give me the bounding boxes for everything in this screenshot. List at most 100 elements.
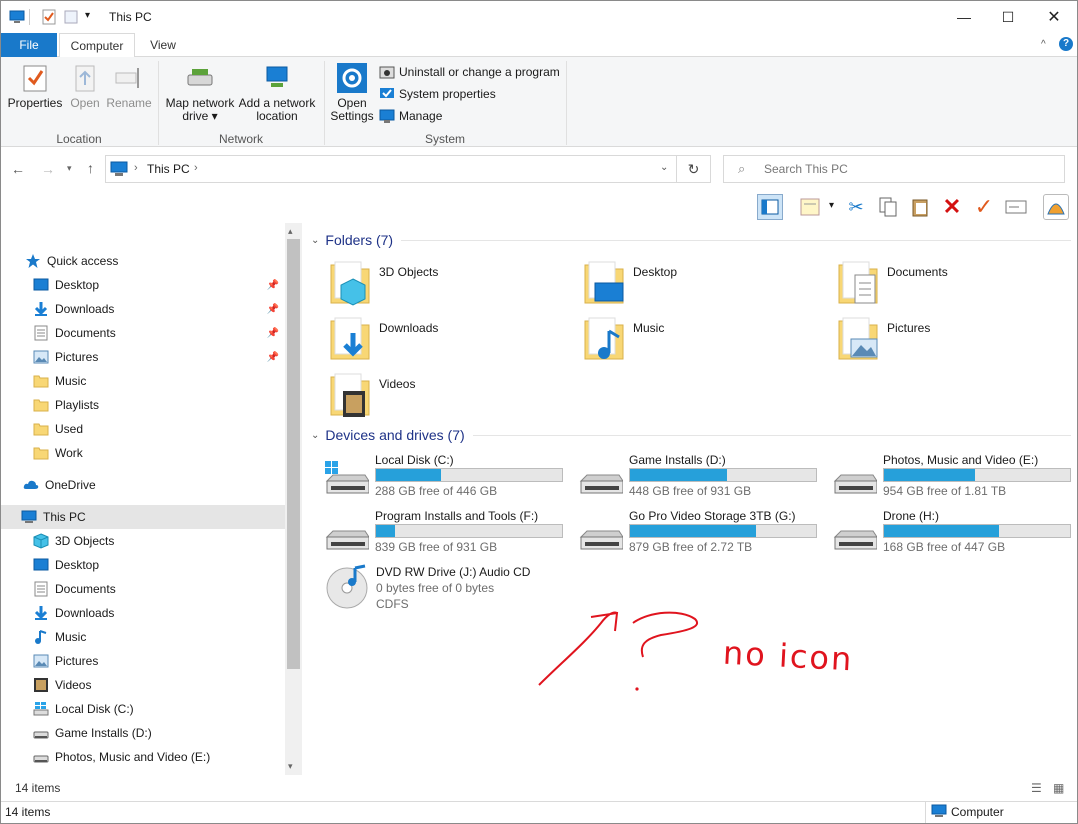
layout-icon[interactable] — [797, 194, 823, 220]
folder-item[interactable]: Pictures — [837, 315, 1078, 367]
cube-icon — [33, 533, 49, 549]
drive-item[interactable]: Local Disk (C:) 288 GB free of 446 GB — [325, 453, 575, 505]
properties-button[interactable]: Properties — [7, 63, 63, 110]
folder-item[interactable]: Documents — [837, 259, 1078, 311]
large-icons-view-icon[interactable]: ▦ — [1053, 781, 1064, 795]
forward-button[interactable]: → — [41, 161, 55, 177]
paste-icon[interactable] — [907, 194, 933, 220]
sidebar-item[interactable]: Downloads 📌 — [1, 297, 285, 321]
drive-item[interactable]: Program Installs and Tools (F:) 839 GB fr… — [325, 509, 575, 561]
sidebar-item[interactable]: Work — [1, 441, 285, 465]
sidebar-item[interactable]: Desktop 📌 — [1, 273, 285, 297]
sidebar-item[interactable]: Music — [1, 369, 285, 393]
sidebar-item[interactable]: Downloads — [1, 601, 285, 625]
qat-dropdown-icon[interactable]: ▾ — [85, 10, 90, 21]
sidebar-item[interactable]: Videos — [1, 673, 285, 697]
windows-drive-icon — [325, 459, 370, 502]
new-folder-icon[interactable] — [63, 9, 79, 25]
sidebar-item[interactable]: Game Installs (D:) — [1, 721, 285, 745]
downloads-icon — [33, 301, 49, 317]
properties-check-icon[interactable] — [41, 9, 57, 25]
rename-button[interactable]: Rename — [105, 63, 153, 110]
sidebar-item[interactable]: 3D Objects — [1, 529, 285, 553]
windows-drive-icon — [33, 701, 49, 717]
star-icon — [25, 253, 41, 269]
folders-section-header[interactable]: ⌄ Folders (7) — [311, 232, 1071, 248]
properties-check-icon[interactable]: ✓ — [971, 194, 997, 220]
drive-item[interactable]: Game Installs (D:) 448 GB free of 931 GB — [579, 453, 829, 505]
sidebar-item[interactable]: Music — [1, 625, 285, 649]
close-button[interactable]: ✕ — [1031, 1, 1077, 33]
open-button[interactable]: Open — [65, 63, 105, 110]
folder-item[interactable]: Desktop — [583, 259, 833, 311]
layout-dropdown-icon[interactable]: ▾ — [829, 200, 834, 211]
maximize-button[interactable]: ☐ — [985, 1, 1031, 33]
annotation-text: no icon — [722, 633, 855, 679]
cut-icon[interactable]: ✂ — [843, 194, 869, 220]
back-button[interactable]: ← — [11, 161, 25, 177]
drive-icon — [833, 515, 878, 558]
up-button[interactable]: ↑ — [87, 160, 94, 176]
uninstall-program-button[interactable]: Uninstall or change a program — [379, 64, 560, 80]
open-settings-button[interactable]: Open Settings — [329, 63, 375, 123]
sidebar-item[interactable]: Used — [1, 417, 285, 441]
status-bar — [1, 801, 1077, 823]
scrollbar-thumb[interactable] — [287, 239, 300, 669]
sidebar-item[interactable]: Quick access — [1, 249, 285, 273]
sidebar-item-label: OneDrive — [45, 478, 96, 492]
map-network-drive-label-2: drive ▾ — [182, 109, 218, 123]
tab-computer[interactable]: Computer — [59, 33, 135, 58]
details-view-icon[interactable]: ☰ — [1031, 781, 1042, 795]
breadcrumb-separator-icon[interactable]: › — [134, 162, 138, 174]
drives-section-header[interactable]: ⌄ Devices and drives (7) — [311, 427, 1071, 443]
downloads-icon — [33, 605, 49, 621]
help-icon[interactable]: ? — [1059, 37, 1073, 51]
sidebar-item[interactable]: Local Disk (C:) — [1, 697, 285, 721]
sidebar-item[interactable]: Playlists — [1, 393, 285, 417]
folder-item[interactable]: 3D Objects — [329, 259, 579, 311]
refresh-button[interactable]: ↻ — [677, 155, 711, 183]
sidebar-item[interactable]: OneDrive — [1, 473, 285, 497]
ribbon-collapse-icon[interactable]: ^ — [1041, 39, 1046, 50]
tab-file[interactable]: File — [1, 33, 57, 57]
sidebar-item[interactable]: Program Installs and Tools (F:) — [1, 769, 285, 775]
rename-field-icon[interactable] — [1003, 194, 1029, 220]
sidebar-item[interactable]: This PC — [1, 505, 285, 529]
address-dropdown-icon[interactable]: ⌄ — [660, 162, 668, 173]
sidebar-item-label: Downloads — [55, 606, 115, 620]
folder-item[interactable]: Videos — [329, 371, 579, 423]
folder-item[interactable]: Music — [583, 315, 833, 367]
chevron-down-icon: ⌄ — [311, 234, 320, 246]
copy-icon[interactable] — [875, 194, 901, 220]
sidebar-item[interactable]: Documents — [1, 577, 285, 601]
sidebar-item[interactable]: Photos, Music and Video (E:) — [1, 745, 285, 769]
breadcrumb-this-pc[interactable]: This PC — [147, 162, 190, 176]
navigation-pane-toggle-icon[interactable] — [757, 194, 783, 220]
open-label: Open — [70, 96, 100, 110]
sidebar-item[interactable]: Pictures 📌 — [1, 345, 285, 369]
folder-name: Music — [633, 321, 665, 335]
folder-item[interactable]: Downloads — [329, 315, 579, 367]
sidebar-item[interactable]: Pictures — [1, 649, 285, 673]
videos-icon — [329, 371, 370, 419]
shell-icon[interactable] — [1043, 194, 1069, 220]
sidebar-item[interactable]: Desktop — [1, 553, 285, 577]
manage-button[interactable]: Manage — [379, 108, 442, 124]
recent-locations-icon[interactable]: ▾ — [67, 163, 72, 174]
search-box[interactable]: ⌕ Search This PC — [723, 155, 1065, 183]
minimize-button[interactable]: — — [941, 1, 987, 33]
address-bar[interactable]: › This PC › ⌄ — [105, 155, 677, 183]
drive-item[interactable]: Drone (H:) 168 GB free of 447 GB — [833, 509, 1078, 561]
breadcrumb-separator-icon[interactable]: › — [194, 162, 198, 174]
map-network-drive-button[interactable]: Map network drive ▾ — [163, 63, 237, 123]
sidebar-item-label: Music — [55, 630, 87, 644]
sidebar-item[interactable]: Documents 📌 — [1, 321, 285, 345]
drive-item[interactable]: Photos, Music and Video (E:) 954 GB free … — [833, 453, 1078, 505]
add-network-location-button[interactable]: Add a network location — [237, 63, 317, 123]
scroll-up-icon[interactable]: ▴ — [288, 226, 293, 237]
system-properties-button[interactable]: System properties — [379, 86, 496, 102]
delete-icon[interactable]: ✕ — [939, 194, 965, 220]
drive-item[interactable]: Go Pro Video Storage 3TB (G:) 879 GB free… — [579, 509, 829, 561]
scroll-down-icon[interactable]: ▾ — [288, 761, 293, 772]
tab-view[interactable]: View — [137, 33, 189, 57]
